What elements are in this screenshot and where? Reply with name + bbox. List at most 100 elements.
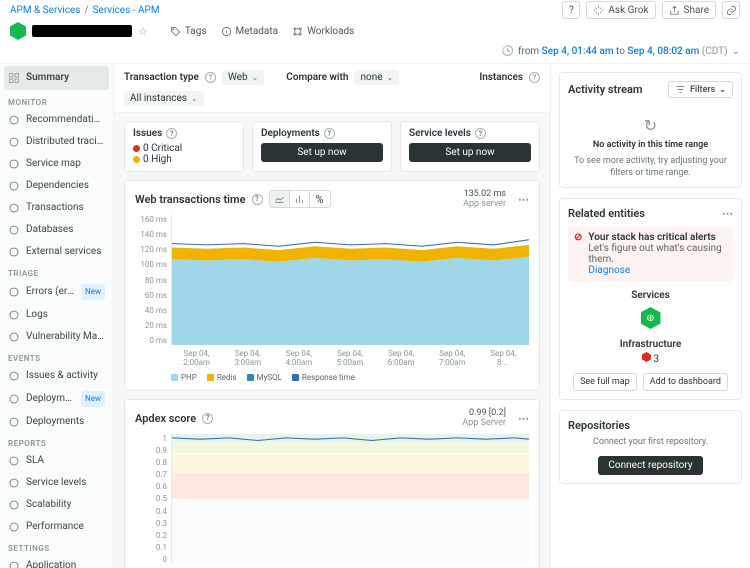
y-tick: 100 ms [135,260,167,269]
y-tick: 0.2 [135,531,167,540]
compare-select[interactable]: none⌄ [354,70,399,85]
chart-menu-icon[interactable]: ⋯ [518,193,529,206]
help-icon[interactable]: ? [562,1,580,19]
tx-type-select[interactable]: Web⌄ [222,70,264,85]
chart-percent-icon[interactable]: % [310,191,330,207]
chart-plot[interactable] [171,434,529,564]
sidebar-item-deployments[interactable]: DeploymentsNew [0,387,113,411]
share-icon [669,5,680,16]
infra-status-hex-icon [642,352,651,362]
service-levels-setup-button[interactable]: Set up now [409,143,531,162]
help-icon[interactable]: ? [324,128,335,139]
critical-alert-box: ⊘ Your stack has critical alerts Let's f… [568,226,733,282]
see-full-map-button[interactable]: See full map [573,373,637,391]
new-badge: New [81,391,105,407]
deployments-card: Deployments? Set up now [252,121,392,172]
tags-chip[interactable]: Tags [164,22,213,40]
y-tick: 0.5 [135,494,167,503]
sidebar-item-distributed-tracing[interactable]: Distributed tracing [0,131,113,153]
sidebar-item-errors-errors-i-[interactable]: Errors (errors i...New [0,280,113,304]
clock-icon: 🕓 [501,46,513,57]
issues-high: 0 High [143,154,172,165]
chart-bar-icon[interactable] [290,191,310,207]
service-hex-icon[interactable]: ⊕ [641,307,661,329]
legend-item[interactable]: PHP [171,373,197,382]
sidebar-item-label: Dependencies [26,179,89,193]
sidebar-item-label: Vulnerability Mana... [26,330,105,344]
entity-name [32,25,132,37]
sidebar-item-logs[interactable]: Logs [0,304,113,326]
metadata-chip-label: Metadata [236,26,279,37]
help-icon[interactable]: ? [205,72,216,83]
sidebar-item-scalability[interactable]: Scalability [0,494,113,516]
help-icon[interactable]: ? [475,128,486,139]
sidebar-item-service-levels[interactable]: Service levels [0,472,113,494]
x-tick: Sep 04,2:00am [171,349,222,367]
favorite-star-icon[interactable]: ☆ [138,25,148,38]
help-icon[interactable]: ? [529,72,540,83]
sidebar-item-issues-activity[interactable]: Issues & activity [0,365,113,387]
help-icon[interactable]: ? [166,128,177,139]
help-icon[interactable]: ? [202,413,213,424]
activity-filters-button[interactable]: Filters⌄ [668,81,733,98]
menu-icon[interactable]: ⋯ [722,207,733,220]
breadcrumb-leaf[interactable]: Services - APM [93,5,160,16]
service-levels-card: Service levels? Set up now [400,121,540,172]
chart-title: Apdex score [135,412,196,425]
sidebar-item-service-map[interactable]: Service map [0,153,113,175]
sidebar-item-label: Transactions [26,201,84,215]
time-start: Sep 4, 01:44 am [542,46,614,57]
x-tick: Sep 04,4:00am [273,349,324,367]
legend-item[interactable]: Redis [207,373,237,382]
add-to-dashboard-button[interactable]: Add to dashboard [643,373,728,391]
deployments-setup-button[interactable]: Set up now [261,143,383,162]
alert-title: Your stack has critical alerts [588,232,727,243]
sidebar-item-dependencies[interactable]: Dependencies [0,175,113,197]
sidebar-item-recommendations[interactable]: Recommendations [0,109,113,131]
sidebar-item-databases[interactable]: Databases [0,219,113,241]
workloads-chip[interactable]: Workloads [286,22,360,40]
sidebar-item-transactions[interactable]: Transactions [0,197,113,219]
share-button[interactable]: Share [662,1,716,19]
sidebar-heading-reports: REPORTS [0,433,113,450]
sidebar-item-label: Performance [26,520,84,534]
alert-sub: Let's figure out what's causing them. [588,243,727,265]
deployments-title: Deployments [261,128,320,139]
legend-item[interactable]: Response time [292,373,355,382]
info-icon [221,26,232,37]
y-tick: 0.7 [135,470,167,479]
infra-count: 3 [653,354,659,365]
sidebar-item-application[interactable]: Application [0,555,113,568]
issues-critical: 0 Critical [143,143,182,154]
activity-empty-title: No activity in this time range [568,139,733,151]
copy-link-icon[interactable] [722,1,740,19]
ask-grok-label: Ask Grok [608,5,648,16]
chart-stacked-icon[interactable] [270,191,290,207]
chevron-down-icon[interactable]: ⌄ [732,46,740,57]
y-tick: 0 ms [135,336,167,345]
metadata-chip[interactable]: Metadata [215,22,285,40]
refresh-icon: ↻ [568,116,733,135]
instances-select[interactable]: All instances⌄ [124,91,204,106]
chart-plot[interactable] [171,215,529,345]
legend-item[interactable]: MySQL [247,373,282,382]
sidebar-item-deployments[interactable]: Deployments [0,411,113,433]
breadcrumb[interactable]: APM & Services [10,5,80,16]
chart-menu-icon[interactable]: ⋯ [518,412,529,425]
repositories-card: Repositories Connect your first reposito… [559,410,742,484]
help-icon[interactable]: ? [252,194,263,205]
sidebar-item-external-services[interactable]: External services [0,241,113,263]
x-tick: Sep 04,3:00am [222,349,273,367]
connect-repository-button[interactable]: Connect repository [598,456,702,475]
time-range-picker[interactable]: from Sep 4, 01:44 am to Sep 4, 08:02 am … [518,46,728,57]
chart-metric: 135.02 ms [463,189,506,199]
diagnose-link[interactable]: Diagnose [588,265,727,276]
chart-view-toggle[interactable]: % [269,190,331,208]
sidebar-item-sla[interactable]: SLA [0,450,113,472]
infrastructure-label: Infrastructure [568,339,733,350]
sidebar-item-vulnerability-mana-[interactable]: Vulnerability Mana... [0,326,113,348]
sidebar-item-summary[interactable]: Summary [4,66,109,90]
sidebar-item-performance[interactable]: Performance [0,516,113,538]
ask-grok-button[interactable]: Ask Grok [586,1,655,19]
sparkle-icon [593,5,604,16]
